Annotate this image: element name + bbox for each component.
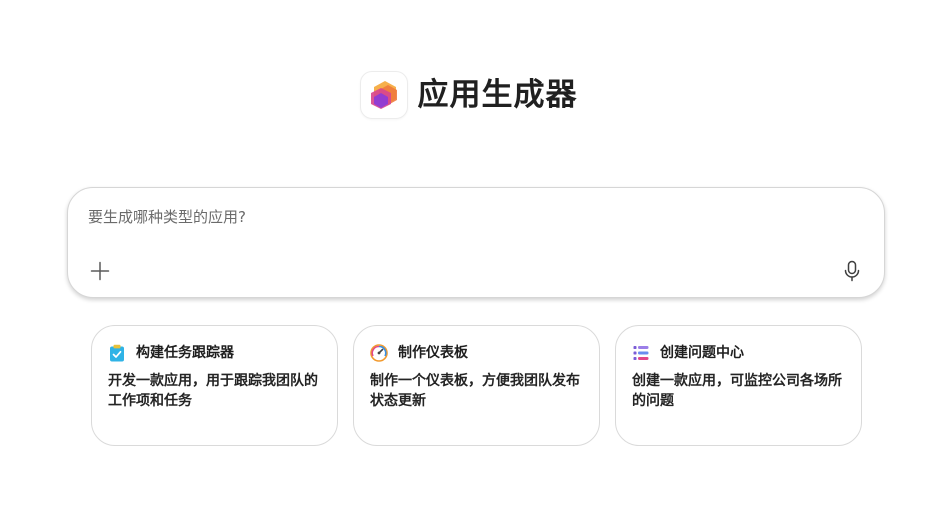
suggestion-card-title: 创建问题中心 [660, 345, 744, 361]
microphone-button[interactable] [840, 259, 864, 283]
prompt-box [67, 187, 885, 298]
hexagon-app-logo-icon [370, 81, 397, 109]
gauge-dashboard-icon [370, 344, 388, 362]
suggestion-card-description: 创建一款应用，可监控公司各场所的问题 [632, 373, 842, 409]
microphone-icon [844, 260, 860, 282]
suggestion-card-title: 构建任务跟踪器 [136, 345, 234, 361]
prompt-input[interactable] [88, 206, 858, 228]
suggestion-card-title: 制作仪表板 [398, 345, 468, 361]
app-logo [359, 71, 408, 119]
header: 应用生成器 [0, 71, 937, 119]
stacked-list-icon [632, 344, 650, 362]
clipboard-check-icon [108, 344, 126, 362]
plus-icon [90, 261, 110, 281]
suggestion-card-issue-hub[interactable]: 创建问题中心 创建一款应用，可监控公司各场所的问题 [615, 325, 862, 446]
app-generator-page: 应用生成器 要生成哪种类型的应用? 构建任务跟踪器 开发一款应用，用于跟踪我团队… [0, 0, 937, 520]
suggestion-card-description: 开发一款应用，用于跟踪我团队的工作项和任务 [108, 373, 318, 409]
page-title: 应用生成器 [417, 77, 578, 113]
suggestion-card-description: 制作一个仪表板，方便我团队发布状态更新 [370, 373, 580, 409]
add-attachment-button[interactable] [88, 259, 112, 283]
suggestion-cards: 构建任务跟踪器 开发一款应用，用于跟踪我团队的工作项和任务 制作仪表板 制作一个… [91, 325, 862, 446]
suggestion-card-task-tracker[interactable]: 构建任务跟踪器 开发一款应用，用于跟踪我团队的工作项和任务 [91, 325, 338, 446]
suggestion-card-dashboard[interactable]: 制作仪表板 制作一个仪表板，方便我团队发布状态更新 [353, 325, 600, 446]
